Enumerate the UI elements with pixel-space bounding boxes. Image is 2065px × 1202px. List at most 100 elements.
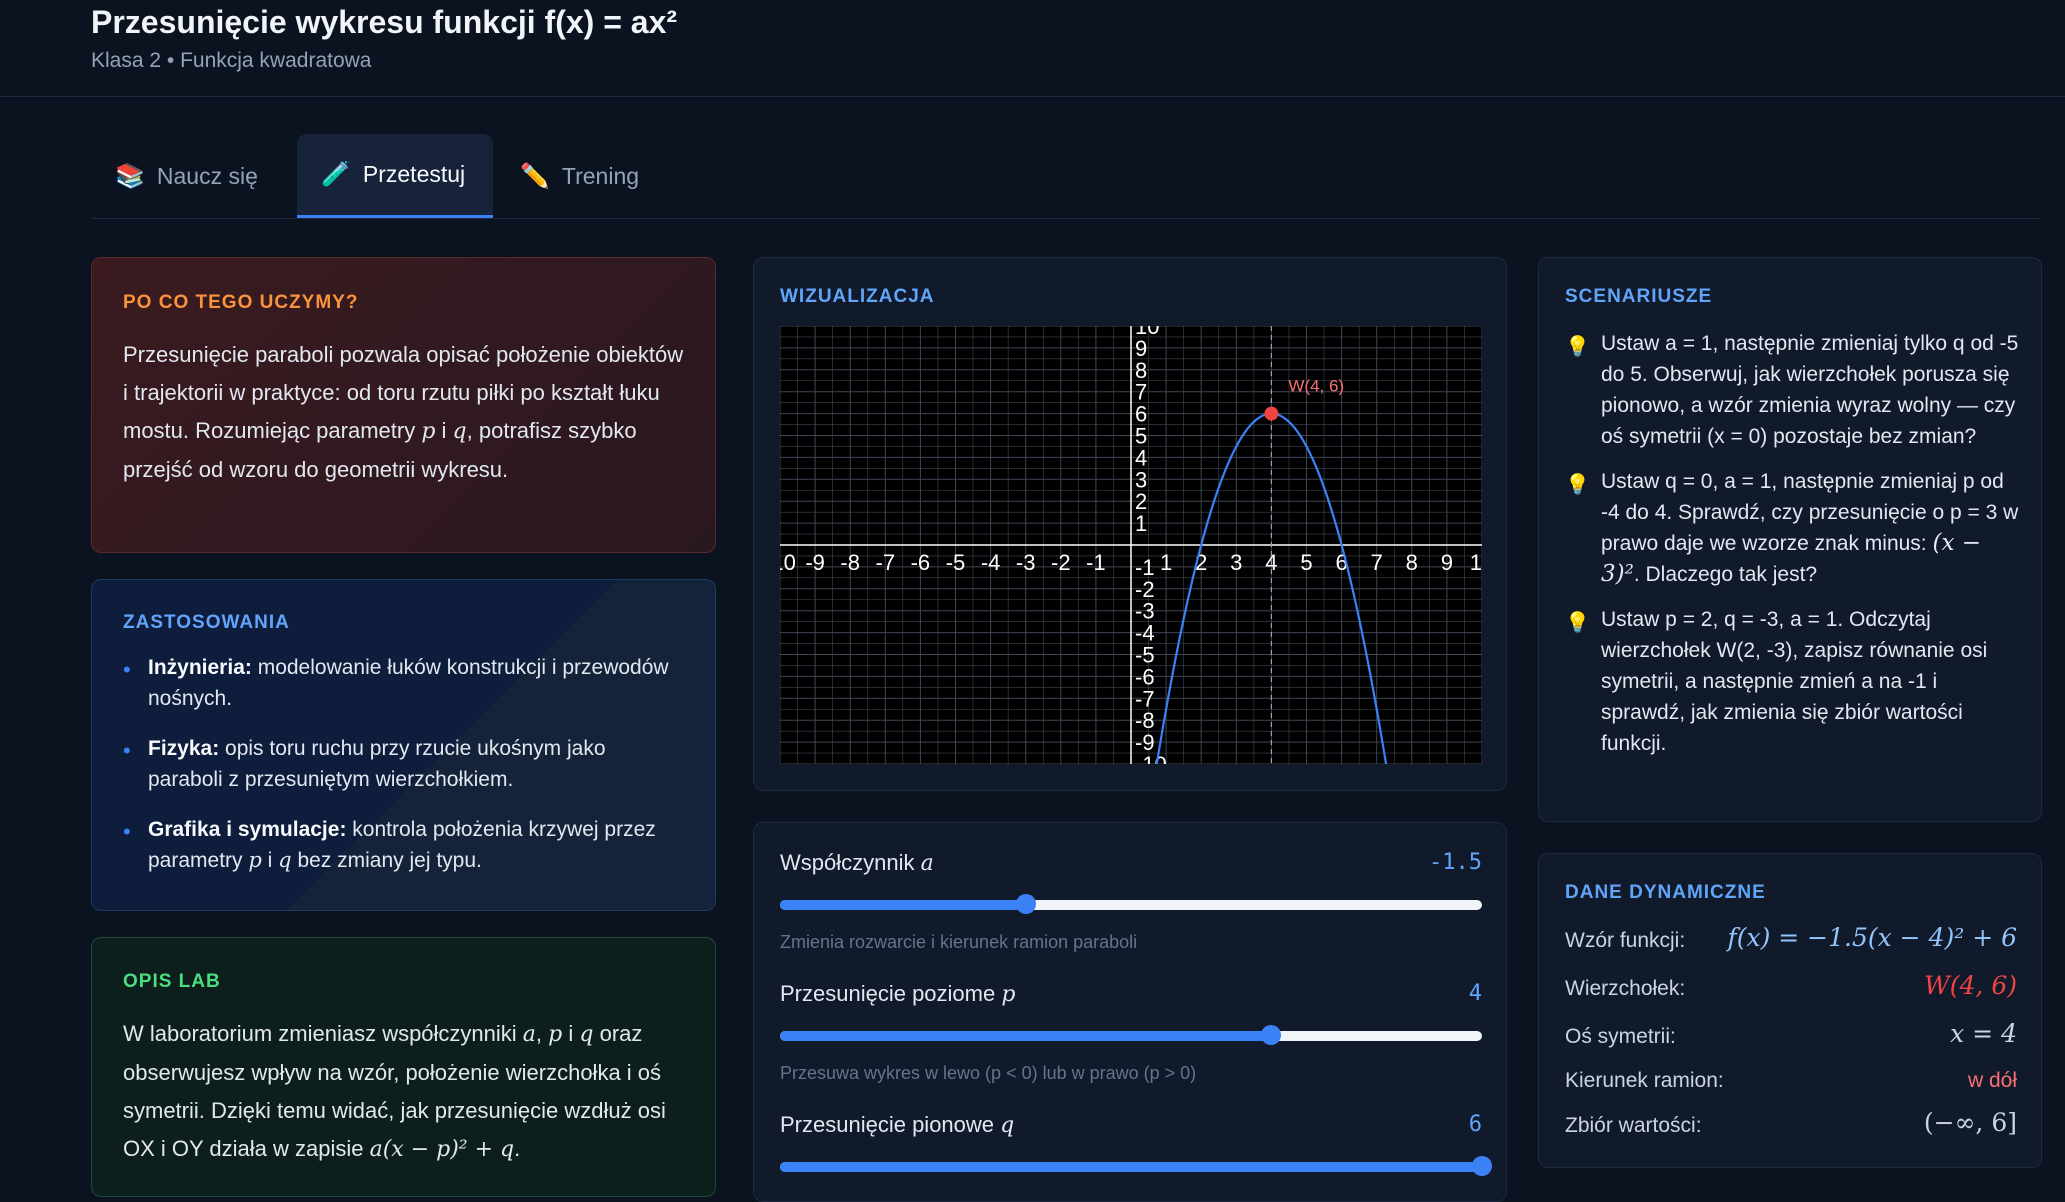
x-tick-label: 3	[1230, 550, 1242, 575]
x-tick-label: -8	[840, 550, 860, 575]
y-tick-label: -9	[1135, 730, 1155, 755]
x-tick-label: 10	[1470, 550, 1482, 575]
slider-p-thumb[interactable]	[1261, 1025, 1282, 1045]
vertex-label: W(4, 6)	[1288, 377, 1344, 396]
vertex-point	[1264, 406, 1279, 421]
tab-bar: 📚 Naucz się 🧪 Przetestuj ✏️ Trening	[91, 134, 2041, 219]
y-tick-label: -4	[1135, 621, 1155, 646]
x-tick-label: -7	[876, 550, 896, 575]
dynamic-heading: DANE DYNAMICZNE	[1565, 882, 1766, 903]
slider-a[interactable]	[780, 894, 1482, 914]
slider-a-value: -1.5	[1429, 850, 1482, 875]
x-tick-label: -2	[1051, 550, 1071, 575]
list-item: 💡 Ustaw a = 1, następnie zmieniaj tylko q…	[1565, 332, 2019, 448]
why-text: Przesunięcie paraboli pozwala opisać poł…	[123, 342, 684, 482]
function-graph[interactable]: -10-9-8-7-6-5-4-3-2-112345678910-10-9-8-…	[780, 326, 1482, 764]
formula-row: Wzór funkcji: f(x) = −1.5(x − 4)² + 6	[1565, 923, 2017, 952]
y-tick-label: 3	[1135, 467, 1147, 492]
list-item: Grafika i symulacje: kontrola położenia …	[123, 814, 683, 876]
range-row: Zbiór wartości: (−∞, 6]	[1565, 1108, 2017, 1137]
direction-value: w dół	[1967, 1069, 2017, 1092]
list-item: 💡 Ustaw q = 0, a = 1, następnie zmieniaj …	[1565, 470, 2019, 587]
slider-p-hint: Przesuwa wykres w lewo (p < 0) lub w pra…	[780, 1063, 1197, 1083]
x-tick-label: 9	[1441, 550, 1453, 575]
dynamic-data-card: DANE DYNAMICZNE Wzór funkcji: f(x) = −1.…	[1538, 853, 2042, 1168]
lightbulb-icon: 💡	[1565, 474, 1590, 496]
x-tick-label: 7	[1371, 550, 1383, 575]
x-tick-label: -3	[1016, 550, 1036, 575]
tab-learn[interactable]: 📚 Naucz się	[91, 134, 282, 218]
y-tick-label: -6	[1135, 664, 1155, 689]
direction-row: Kierunek ramion: w dół	[1565, 1069, 2017, 1092]
y-tick-label: 10	[1135, 326, 1159, 339]
slider-q-thumb[interactable]	[1472, 1156, 1492, 1176]
slider-p-value: 4	[1468, 981, 1482, 1006]
test-tube-icon: 🧪	[321, 161, 351, 188]
slider-q[interactable]	[780, 1156, 1492, 1176]
tab-learn-label: Naucz się	[156, 162, 258, 189]
page-title: Przesunięcie wykresu funkcji f(x) = ax²	[91, 4, 678, 40]
x-tick-label: -6	[911, 550, 931, 575]
y-tick-label: 9	[1135, 336, 1147, 361]
controls-card: Współczynnik a -1.5 Zmienia rozwarcie i …	[753, 822, 1507, 1202]
lab-description-card: OPIS LAB W laboratorium zmieniasz współc…	[91, 937, 716, 1197]
x-tick-label: -5	[946, 550, 966, 575]
vertex-row: Wierzchołek: W(4, 6)	[1565, 971, 2017, 1000]
y-tick-label: 7	[1135, 380, 1147, 405]
x-tick-label: -10	[780, 550, 796, 575]
lightbulb-icon: 💡	[1565, 336, 1590, 358]
slider-a-hint: Zmienia rozwarcie i kierunek ramion para…	[780, 932, 1138, 952]
lab-text: W laboratorium zmieniasz współczynniki a…	[123, 1021, 666, 1162]
y-tick-label: 2	[1135, 489, 1147, 514]
symmetry-axis-value: x = 4	[1950, 1019, 2017, 1048]
lab-heading: OPIS LAB	[123, 971, 221, 992]
visualization-card: WIZUALIZACJA -10-9-8-7-6-5-4-3-2-1123456…	[753, 257, 1507, 791]
y-tick-label: -7	[1135, 686, 1155, 711]
pencil-icon: ✏️	[520, 162, 550, 190]
slider-p[interactable]	[780, 1025, 1482, 1045]
x-tick-label: 1	[1160, 550, 1172, 575]
lightbulb-icon: 💡	[1565, 612, 1590, 634]
y-tick-label: -5	[1135, 643, 1155, 668]
vertex-value: W(4, 6)	[1924, 971, 2017, 1000]
scenarios-card: SCENARIUSZE 💡 Ustaw a = 1, następnie zmie…	[1538, 257, 2042, 822]
slider-q-value: 6	[1468, 1112, 1482, 1137]
slider-a-label: Współczynnik a	[780, 850, 934, 876]
y-tick-label: -2	[1135, 577, 1155, 602]
y-tick-label: 6	[1135, 402, 1147, 427]
list-item: Fizyka: opis toru ruchu przy rzucie ukoś…	[123, 733, 683, 795]
page-header: Przesunięcie wykresu funkcji f(x) = ax² …	[0, 0, 2065, 97]
visualization-heading: WIZUALIZACJA	[780, 286, 935, 307]
y-tick-label: 5	[1135, 424, 1147, 449]
list-item: Inżynieria: modelowanie łuków konstrukcj…	[123, 652, 683, 714]
slider-p-label: Przesunięcie poziome p	[780, 981, 1016, 1007]
slider-q-label: Przesunięcie pionowe q	[780, 1112, 1015, 1138]
applications-card: ZASTOSOWANIA Inżynieria: modelowanie łuk…	[91, 579, 716, 911]
tab-training-label: Trening	[561, 162, 640, 189]
y-tick-label: -1	[1135, 555, 1155, 580]
scenarios-list: 💡 Ustaw a = 1, następnie zmieniaj tylko q…	[1565, 328, 2025, 773]
slider-a-thumb[interactable]	[1015, 894, 1036, 914]
y-tick-label: -8	[1135, 708, 1155, 733]
scenarios-heading: SCENARIUSZE	[1565, 286, 1713, 307]
tab-test[interactable]: 🧪 Przetestuj	[297, 134, 493, 218]
tab-test-label: Przetestuj	[362, 161, 466, 187]
y-tick-label: -3	[1135, 599, 1155, 624]
applications-heading: ZASTOSOWANIA	[123, 612, 290, 633]
symmetry-axis-row: Oś symetrii: x = 4	[1565, 1019, 2017, 1048]
x-tick-label: -4	[981, 550, 1001, 575]
range-value: (−∞, 6]	[1923, 1108, 2017, 1137]
x-tick-label: -9	[805, 550, 825, 575]
tab-training[interactable]: ✏️ Trening	[496, 134, 663, 218]
x-tick-label: 5	[1300, 550, 1312, 575]
why-card: PO CO TEGO UCZYMY? Przesunięcie paraboli…	[91, 257, 716, 553]
formula-value: f(x) = −1.5(x − 4)² + 6	[1727, 923, 2017, 952]
why-heading: PO CO TEGO UCZYMY?	[123, 292, 359, 313]
books-icon: 📚	[115, 162, 145, 190]
page-subtitle: Klasa 2 • Funkcja kwadratowa	[91, 49, 372, 72]
y-tick-label: 1	[1135, 511, 1147, 536]
y-tick-label: 4	[1135, 445, 1147, 470]
list-item: 💡 Ustaw p = 2, q = -3, a = 1. Odczytaj wi…	[1565, 608, 1988, 755]
applications-list: Inżynieria: modelowanie łuków konstrukcj…	[123, 652, 683, 895]
x-tick-label: 8	[1406, 550, 1418, 575]
